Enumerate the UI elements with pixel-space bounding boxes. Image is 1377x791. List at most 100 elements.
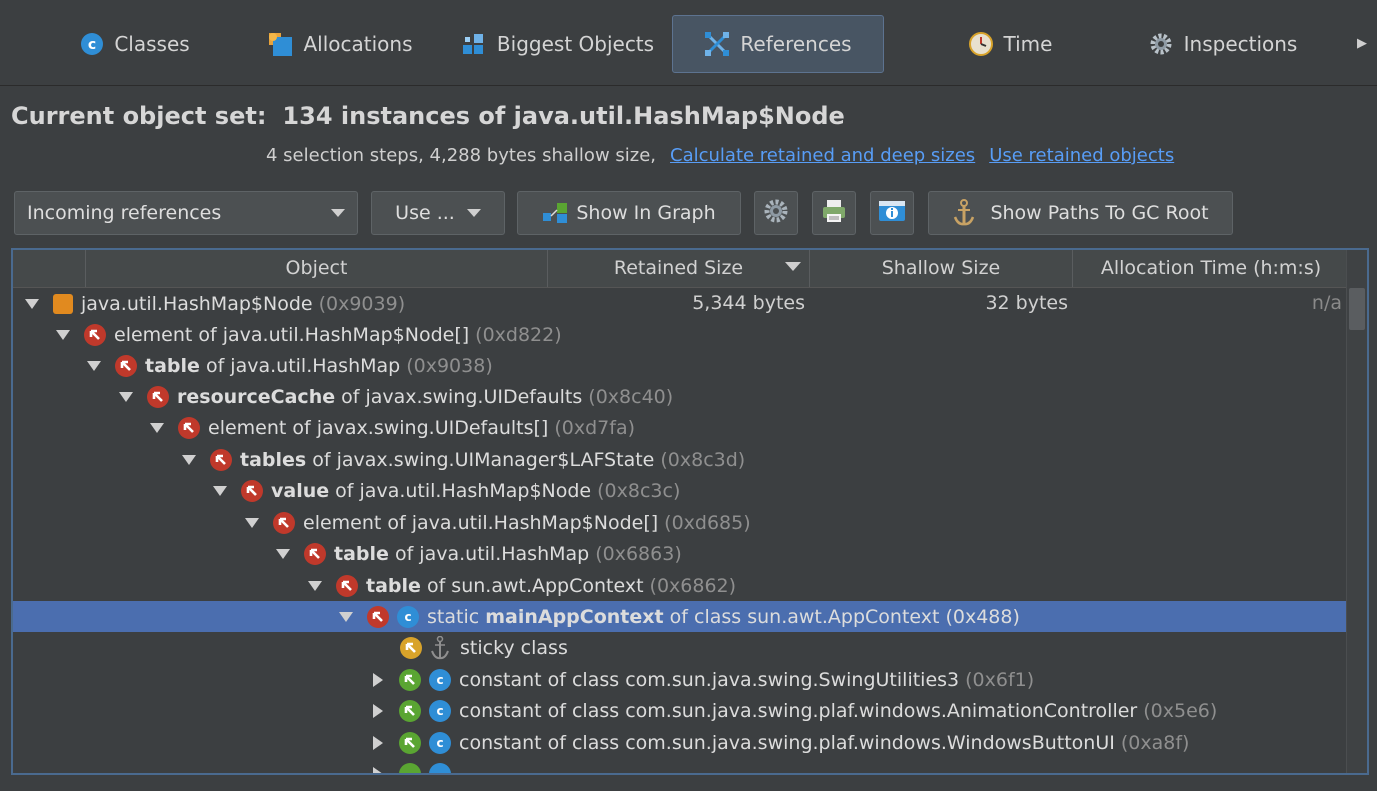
use-button[interactable]: Use ...	[371, 191, 505, 235]
tree-row[interactable]: table of java.util.HashMap (0x9038)	[13, 350, 1347, 381]
expand-arrow-icon[interactable]	[373, 735, 383, 750]
tab-allocations-label: Allocations	[303, 32, 413, 56]
tree-row[interactable]: c constant of class com.sun.java.swing.p…	[13, 727, 1347, 758]
expand-arrow-icon[interactable]	[373, 672, 383, 687]
collapse-arrow-icon[interactable]	[245, 517, 259, 528]
show-in-graph-button[interactable]: Show In Graph	[517, 191, 741, 235]
tab-classes-label: Classes	[114, 32, 190, 56]
sort-descending-icon	[785, 262, 801, 271]
node-address: (0x8c3c)	[597, 479, 681, 502]
gc-root-reference-icon	[400, 636, 422, 659]
node-label: of class sun.awt.AppContext	[663, 605, 940, 628]
collapse-arrow-icon[interactable]	[150, 422, 164, 433]
use-retained-objects-link[interactable]: Use retained objects	[989, 145, 1174, 166]
tab-classes[interactable]: c Classes	[40, 15, 230, 73]
incoming-reference-icon	[84, 323, 106, 346]
current-object-set-value: 134 instances of java.util.HashMap$Node	[282, 102, 845, 130]
field-name: mainAppContext	[485, 605, 664, 628]
tab-time-label: Time	[1003, 32, 1053, 56]
print-button[interactable]	[812, 191, 856, 235]
tree-row[interactable]: element of java.util.HashMap$Node[] (0xd8…	[13, 319, 1347, 350]
node-address: (0xa8f)	[1120, 731, 1190, 754]
more-tabs-arrow-icon[interactable]: ▶	[1357, 36, 1367, 51]
node-label: of java.util.HashMap$Node	[329, 479, 592, 502]
selection-steps-text: 4 selection steps, 4,288 bytes shallow s…	[266, 145, 657, 166]
node-address: (0x9039)	[318, 292, 406, 315]
node-label: of java.util.HashMap	[388, 542, 590, 565]
anchor-icon	[430, 635, 450, 660]
collapse-arrow-icon[interactable]	[56, 329, 70, 340]
expand-arrow-icon[interactable]	[373, 703, 383, 718]
incoming-reference-icon	[336, 574, 358, 597]
node-address: (0x8c40)	[588, 385, 674, 408]
inspections-icon	[1148, 31, 1174, 57]
column-header-expander	[13, 250, 85, 287]
tree-row[interactable]: value of java.util.HashMap$Node (0x8c3c)	[13, 475, 1347, 506]
tab-biggest-objects[interactable]: Biggest Objects	[455, 15, 660, 73]
field-name: tables	[240, 448, 307, 471]
field-name: table	[366, 574, 421, 597]
show-in-graph-label: Show In Graph	[576, 202, 716, 224]
tree-row[interactable]: table of sun.awt.AppContext (0x6862)	[13, 570, 1347, 601]
expand-arrow-icon[interactable]	[373, 766, 383, 773]
incoming-reference-icon	[273, 511, 295, 534]
references-tree-table[interactable]: Object Retained Size Shallow Size Alloca…	[11, 248, 1369, 775]
column-header-allocation-time[interactable]: Allocation Time (h:m:s)	[1072, 250, 1349, 287]
node-label: constant of class com.sun.java.swing.pla…	[459, 699, 1138, 722]
scrollbar-thumb[interactable]	[1349, 288, 1365, 330]
tab-inspections[interactable]: Inspections	[1130, 15, 1315, 73]
collapse-arrow-icon[interactable]	[119, 391, 133, 402]
vertical-scrollbar[interactable]	[1346, 250, 1367, 773]
settings-button[interactable]	[754, 191, 798, 235]
tree-row[interactable]: table of java.util.HashMap (0x6863)	[13, 538, 1347, 569]
node-label: of javax.swing.UIManager$LAFState	[306, 448, 655, 471]
collapse-arrow-icon[interactable]	[308, 580, 322, 591]
time-icon	[968, 31, 994, 57]
collapse-arrow-icon[interactable]	[213, 485, 227, 496]
collapse-arrow-icon[interactable]	[87, 360, 101, 371]
column-header-retained-size[interactable]: Retained Size	[547, 250, 809, 287]
tree-row[interactable]: tables of javax.swing.UIManager$LAFState…	[13, 444, 1347, 475]
column-header-shallow-size[interactable]: Shallow Size	[809, 250, 1072, 287]
node-address: (0x6f1)	[965, 668, 1035, 691]
outgoing-reference-icon	[399, 699, 421, 722]
incoming-reference-icon	[147, 385, 169, 408]
collapse-arrow-icon[interactable]	[276, 548, 290, 559]
incoming-reference-icon	[178, 416, 200, 439]
calculate-retained-sizes-link[interactable]: Calculate retained and deep sizes	[670, 145, 975, 166]
tree-row[interactable]: c constant of class com.sun.java.swing.S…	[13, 664, 1347, 695]
tree-row-partial[interactable]	[13, 758, 1347, 773]
tab-time[interactable]: Time	[915, 15, 1105, 73]
graph-icon	[542, 202, 568, 224]
show-paths-to-gc-root-button[interactable]: Show Paths To GC Root	[928, 191, 1233, 235]
class-icon	[429, 762, 451, 773]
tree-row-root[interactable]: java.util.HashMap$Node (0x9039) 5,344 byt…	[13, 288, 1347, 319]
field-name: resourceCache	[177, 385, 336, 408]
tab-references[interactable]: References	[672, 15, 884, 73]
tree-row[interactable]: c constant of class com.sun.java.swing.p…	[13, 695, 1347, 726]
node-address: (0x488)	[945, 605, 1020, 628]
collapse-arrow-icon[interactable]	[25, 298, 39, 309]
collapse-arrow-icon[interactable]	[339, 611, 353, 622]
column-header-object[interactable]: Object	[85, 250, 547, 287]
tree-row-selected[interactable]: c static mainAppContext of class sun.awt…	[13, 601, 1347, 632]
field-name: table	[334, 542, 389, 565]
node-label: element of javax.swing.UIDefaults[]	[208, 416, 549, 439]
info-icon	[878, 199, 906, 228]
node-address: (0x9038)	[406, 354, 493, 377]
collapse-arrow-icon[interactable]	[182, 454, 196, 465]
node-address: (0xd7fa)	[554, 416, 635, 439]
tree-row[interactable]: element of javax.swing.UIDefaults[] (0xd7…	[13, 412, 1347, 443]
tree-row[interactable]: element of java.util.HashMap$Node[] (0xd6…	[13, 507, 1347, 538]
outgoing-reference-icon	[399, 668, 421, 691]
node-address: (0xd822)	[475, 323, 562, 346]
field-name: value	[271, 479, 330, 502]
tab-references-label: References	[740, 32, 852, 56]
tree-row[interactable]: resourceCache of javax.swing.UIDefaults(…	[13, 381, 1347, 412]
outgoing-reference-icon	[399, 731, 421, 754]
class-icon: c	[397, 605, 419, 628]
info-button[interactable]	[870, 191, 914, 235]
reference-type-dropdown[interactable]: Incoming references	[14, 191, 358, 235]
tab-allocations[interactable]: Allocations	[245, 15, 435, 73]
tree-row[interactable]: sticky class	[13, 632, 1347, 663]
